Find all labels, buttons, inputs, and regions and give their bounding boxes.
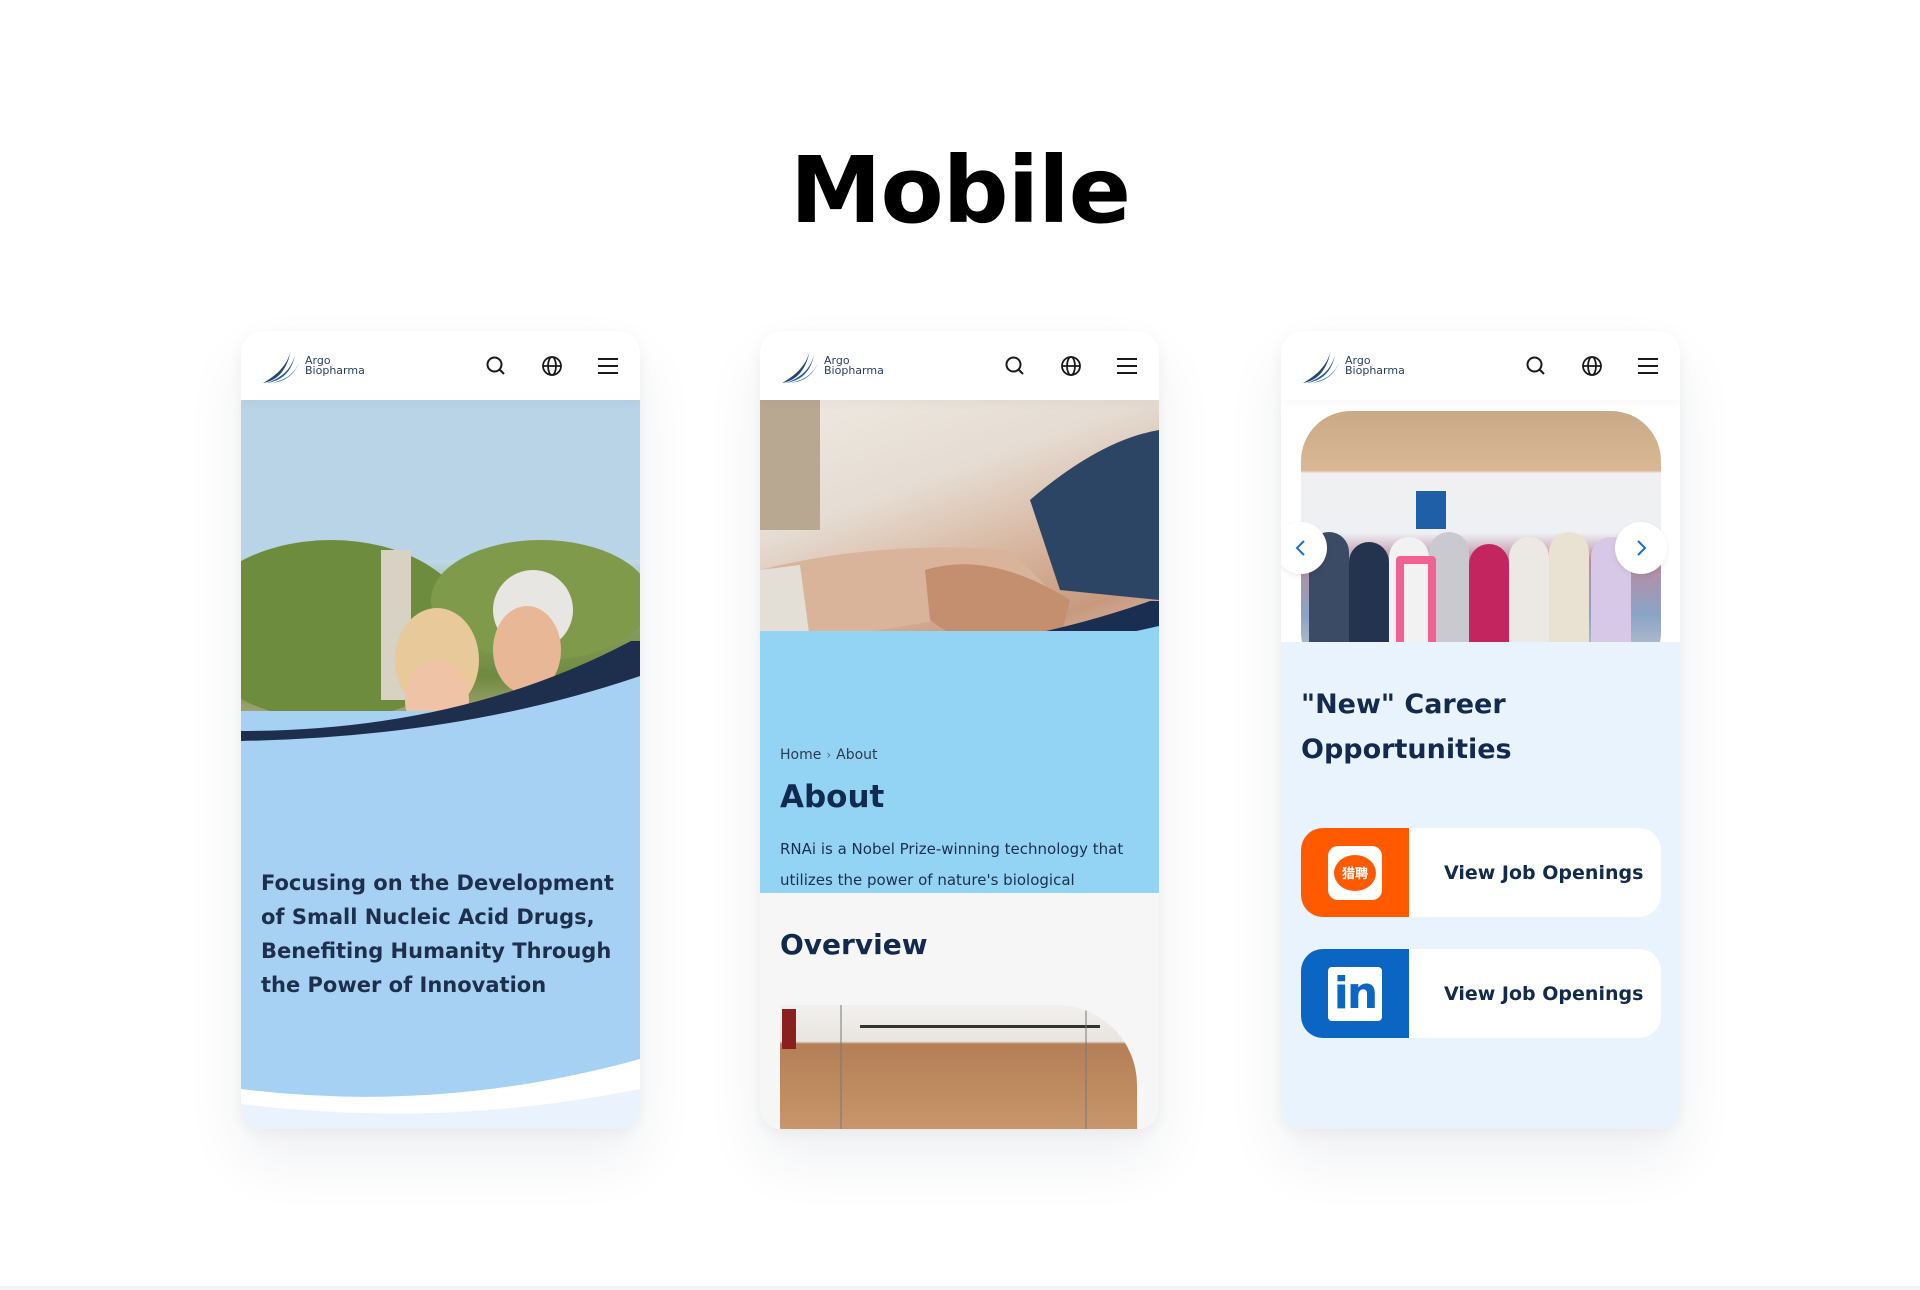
view-job-openings-link[interactable]: View Job Openings xyxy=(1444,862,1643,884)
brand-logo[interactable]: Argo Biopharma xyxy=(780,347,884,385)
brand-logo[interactable]: Argo Biopharma xyxy=(1301,347,1405,385)
page-title: Mobile xyxy=(789,137,1131,244)
overview-section: Overview xyxy=(760,893,1159,1129)
logo-wing-icon xyxy=(782,348,818,383)
chevron-left-icon xyxy=(1295,540,1305,556)
wave-divider xyxy=(241,641,640,741)
globe-icon[interactable] xyxy=(1059,354,1083,378)
phone-mockup-careers: Argo Biopharma "New" Career Opportunitie… xyxy=(1281,331,1680,1129)
menu-icon[interactable] xyxy=(596,354,620,378)
view-job-openings-link[interactable]: View Job Openings xyxy=(1444,983,1643,1005)
breadcrumb-current: About xyxy=(836,747,878,763)
globe-icon[interactable] xyxy=(540,354,564,378)
logo-text-line2: Biopharma xyxy=(1345,363,1405,377)
phone-mockup-about: Argo Biopharma Home › About About RNAi i… xyxy=(760,331,1159,1129)
breadcrumb: Home › About xyxy=(780,747,878,763)
phone-mockup-home: Argo Biopharma Focusing on the Developme… xyxy=(241,331,640,1129)
overview-image xyxy=(780,1005,1137,1129)
breadcrumb-home[interactable]: Home xyxy=(780,747,821,763)
breadcrumb-separator-icon: › xyxy=(826,748,832,762)
career-title: "New" Career Opportunities xyxy=(1301,689,1512,765)
job-card-liepin[interactable]: 猎聘 View Job Openings xyxy=(1301,828,1661,917)
search-icon[interactable] xyxy=(1003,354,1027,378)
lantern-decoration xyxy=(782,1009,796,1049)
about-title: About xyxy=(780,779,885,815)
company-sign xyxy=(1416,491,1446,529)
overview-title: Overview xyxy=(780,928,928,961)
search-icon[interactable] xyxy=(1524,354,1548,378)
logo-text-line2: Biopharma xyxy=(305,363,365,377)
hero-tagline: Focusing on the Development of Small Nuc… xyxy=(261,871,614,997)
menu-icon[interactable] xyxy=(1115,354,1139,378)
linkedin-logo-icon: in xyxy=(1328,966,1382,1021)
mobile-header: Argo Biopharma xyxy=(1281,331,1680,400)
carousel-next-button[interactable] xyxy=(1615,522,1667,574)
career-section: "New" Career Opportunities 猎聘 View Job O… xyxy=(1281,642,1680,1129)
menu-icon[interactable] xyxy=(1636,354,1660,378)
mobile-header: Argo Biopharma xyxy=(241,331,640,400)
globe-icon[interactable] xyxy=(1580,354,1604,378)
page-divider xyxy=(0,1286,1920,1290)
bottom-wave xyxy=(241,1059,640,1129)
search-icon[interactable] xyxy=(484,354,508,378)
job-card-linkedin[interactable]: in View Job Openings xyxy=(1301,949,1661,1038)
logo-wing-icon xyxy=(263,348,299,383)
liepin-logo-icon: 猎聘 xyxy=(1328,845,1382,900)
mobile-header: Argo Biopharma xyxy=(760,331,1159,400)
brand-logo[interactable]: Argo Biopharma xyxy=(261,347,365,385)
logo-wing-icon xyxy=(1303,348,1339,383)
chevron-right-icon xyxy=(1637,540,1647,556)
logo-text-line2: Biopharma xyxy=(824,363,884,377)
